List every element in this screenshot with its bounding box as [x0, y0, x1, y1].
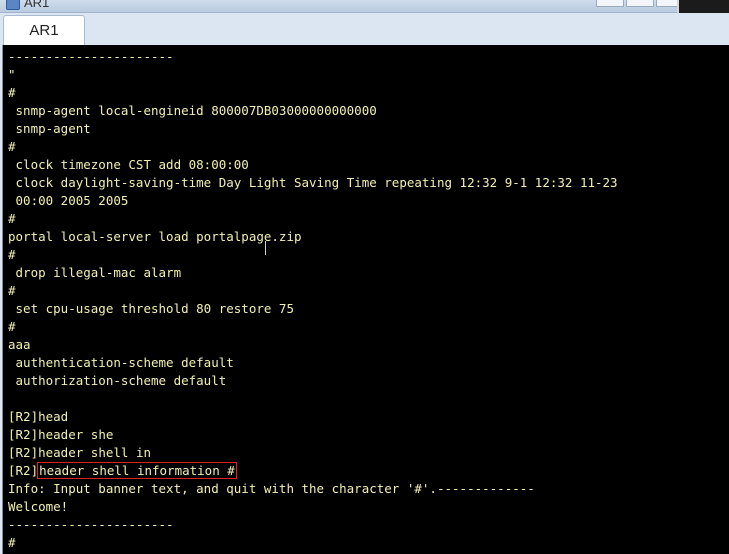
window-title: AR1: [24, 0, 50, 10]
terminal-line: [R2]head: [8, 408, 618, 426]
cli-command: head: [38, 409, 69, 424]
terminal-line: ": [8, 67, 16, 82]
terminal-line: snmp-agent local-engineid 800007DB030000…: [8, 103, 377, 118]
terminal-line: drop illegal-mac alarm: [8, 265, 182, 280]
text-cursor-icon: [265, 241, 271, 255]
window-titlebar: AR1: [0, 0, 729, 13]
terminal-line: Welcome!: [8, 499, 69, 514]
terminal-line: Info: Input banner text, and quit with t…: [8, 481, 535, 496]
minimize-button[interactable]: [596, 0, 624, 7]
cli-prompt: [R2]: [8, 463, 39, 478]
highlighted-command: header shell information #: [37, 462, 237, 479]
terminal-line: ----------------------: [8, 49, 174, 64]
tab-ar1[interactable]: AR1: [3, 15, 85, 47]
terminal-console[interactable]: ---------------------- " # snmp-agent loca…: [2, 45, 729, 554]
cli-command: header she: [38, 427, 114, 442]
terminal-line: #: [8, 139, 16, 154]
terminal-line: portal local-server load portalpage.zip: [8, 229, 302, 244]
terminal-output: ---------------------- " # snmp-agent loca…: [8, 48, 618, 552]
terminal-line: ----------------------: [8, 517, 174, 532]
terminal-line: #: [8, 535, 16, 550]
terminal-line: [R2]header she: [8, 426, 618, 444]
cli-command: header shell in: [38, 445, 151, 460]
terminal-line: clock daylight-saving-time Day Light Sav…: [8, 175, 618, 190]
tab-strip: AR1: [0, 13, 729, 47]
terminal-line: #: [8, 247, 16, 262]
terminal-line: #: [8, 85, 16, 100]
cli-prompt: [R2]: [8, 409, 39, 424]
terminal-line: authentication-scheme default: [8, 355, 234, 370]
terminal-line: aaa: [8, 337, 31, 352]
terminal-line: set cpu-usage threshold 80 restore 75: [8, 301, 294, 316]
terminal-line: authorization-scheme default: [8, 373, 227, 388]
app-icon: [6, 0, 20, 10]
terminal-line: #: [8, 211, 16, 226]
cli-prompt: [R2]: [8, 445, 39, 460]
terminal-line: [R2]header shell in: [8, 444, 618, 462]
terminal-line: #: [8, 283, 16, 298]
terminal-line: [R2]header shell information #: [8, 462, 618, 480]
terminal-line: #: [8, 319, 16, 334]
maximize-button[interactable]: [626, 0, 654, 7]
terminal-line: snmp-agent: [8, 121, 91, 136]
cli-prompt: [R2]: [8, 427, 39, 442]
terminal-line: clock timezone CST add 08:00:00: [8, 157, 249, 172]
terminal-line: 00:00 2005 2005: [8, 193, 129, 208]
